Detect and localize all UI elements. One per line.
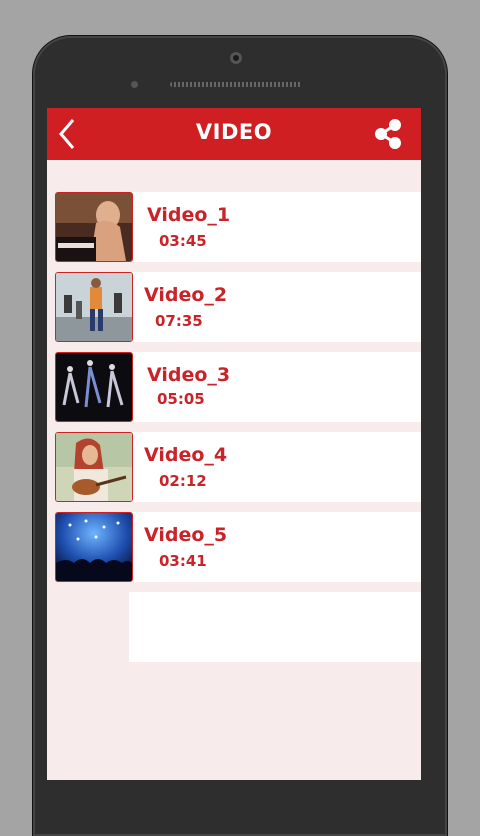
video-duration: 02:12 [159, 472, 207, 490]
video-thumbnail [55, 432, 133, 502]
proximity-sensor [131, 81, 138, 88]
share-button[interactable] [371, 117, 405, 151]
video-item-card [129, 192, 421, 262]
video-list-item[interactable]: Video_4 02:12 [47, 432, 421, 502]
video-thumbnail [55, 352, 133, 422]
video-title: Video_5 [144, 524, 228, 546]
video-title: Video_4 [144, 444, 228, 466]
video-thumbnail [55, 192, 133, 262]
video-duration: 07:35 [155, 312, 203, 330]
empty-list-slot [129, 592, 421, 662]
app-screen: VIDEO Video_1 03:45 Video_2 07:35 Video_… [47, 108, 421, 780]
video-list-item[interactable]: Video_5 03:41 [47, 512, 421, 582]
share-icon [375, 119, 401, 149]
video-item-card [129, 352, 421, 422]
video-list: Video_1 03:45 Video_2 07:35 Video_3 05:0… [47, 192, 421, 662]
video-thumbnail [55, 272, 133, 342]
video-title: Video_3 [147, 364, 231, 386]
video-duration: 05:05 [157, 390, 205, 408]
video-item-card [129, 432, 421, 502]
video-list-item[interactable]: Video_2 07:35 [47, 272, 421, 342]
video-title: Video_2 [144, 284, 228, 306]
video-thumbnail [55, 512, 133, 582]
video-title: Video_1 [147, 204, 231, 226]
app-header: VIDEO [47, 108, 421, 160]
video-duration: 03:41 [159, 552, 207, 570]
front-camera [230, 52, 242, 64]
video-duration: 03:45 [159, 232, 207, 250]
video-list-item[interactable]: Video_3 05:05 [47, 352, 421, 422]
video-list-item[interactable]: Video_1 03:45 [47, 192, 421, 262]
page-title: VIDEO [195, 120, 273, 144]
earpiece-speaker [170, 82, 302, 87]
video-item-card [129, 272, 421, 342]
phone-bezel [33, 36, 447, 108]
video-item-card [129, 512, 421, 582]
